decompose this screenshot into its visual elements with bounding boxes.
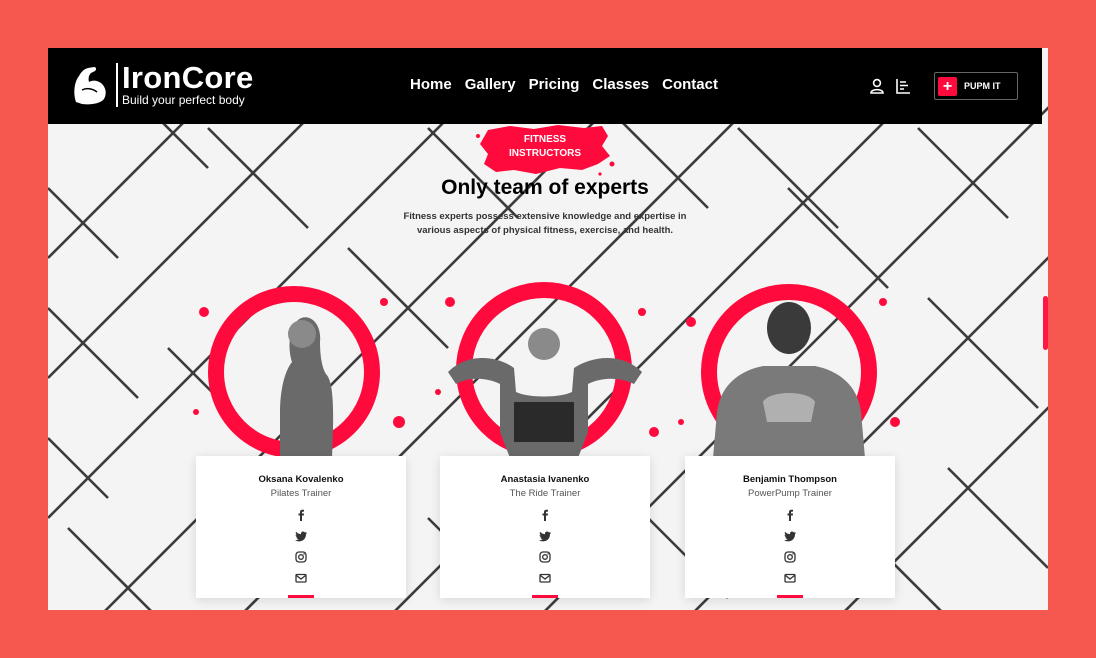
top-navbar: IronCore Build your perfect body Home Ga… — [48, 48, 1042, 124]
facebook-icon[interactable] — [538, 508, 552, 522]
twitter-icon[interactable] — [783, 529, 797, 543]
section-description: Fitness experts possess extensive knowle… — [403, 211, 687, 236]
twitter-icon[interactable] — [538, 529, 552, 543]
section-badge: FITNESS INSTRUCTORS — [474, 124, 616, 176]
trainer-role: The Ride Trainer — [509, 488, 581, 499]
chart-icon[interactable] — [894, 77, 912, 95]
badge-line-2: INSTRUCTORS — [508, 148, 582, 159]
trainer-role: Pilates Trainer — [270, 488, 332, 499]
flexed-arm-icon — [74, 67, 106, 105]
facebook-icon[interactable] — [783, 508, 797, 522]
twitter-icon[interactable] — [294, 529, 308, 543]
trainer-info-3: Benjamin Thompson PowerPump Trainer — [685, 456, 895, 598]
nav-classes[interactable]: Classes — [592, 76, 649, 93]
trainer-card-1: Oksana Kovalenko Pilates Trainer — [193, 272, 406, 598]
trainer-role: PowerPump Trainer — [748, 488, 832, 499]
pump-it-label: PUPM IT — [964, 81, 1001, 91]
nav-home[interactable]: Home — [410, 76, 452, 93]
email-icon[interactable] — [783, 571, 797, 585]
scrollbar-thumb[interactable] — [1043, 296, 1048, 350]
trainer-info-2: Anastasia Ivanenko The Ride Trainer — [440, 456, 650, 598]
email-icon[interactable] — [294, 571, 308, 585]
nav-gallery[interactable]: Gallery — [465, 76, 516, 93]
card-accent-bar — [777, 595, 803, 598]
brand-name: IronCore — [122, 60, 254, 95]
brand-logo[interactable]: IronCore Build your perfect body — [70, 62, 254, 108]
trainer-card-2: Anastasia Ivanenko The Ride Trainer — [435, 272, 659, 598]
trainer-card-3: Benjamin Thompson PowerPump Trainer — [678, 272, 900, 598]
email-icon[interactable] — [538, 571, 552, 585]
trainer-name: Benjamin Thompson — [743, 474, 837, 485]
main-nav: Home Gallery Pricing Classes Contact — [410, 76, 718, 93]
user-icon[interactable] — [868, 77, 886, 95]
facebook-icon[interactable] — [294, 508, 308, 522]
trainer-name: Oksana Kovalenko — [258, 474, 344, 485]
plus-icon: + — [938, 76, 957, 96]
page-frame: IronCore Build your perfect body Home Ga… — [48, 48, 1048, 610]
brand-tagline: Build your perfect body — [122, 93, 245, 107]
trainer-photo-3 — [678, 284, 900, 458]
instagram-icon[interactable] — [538, 550, 552, 564]
instagram-icon[interactable] — [783, 550, 797, 564]
trainer-photo-1 — [193, 286, 405, 458]
trainer-photo-2 — [435, 282, 659, 458]
logo-divider — [116, 63, 118, 107]
section-title: Only team of experts — [441, 176, 649, 199]
nav-pricing[interactable]: Pricing — [529, 76, 580, 93]
trainer-info-1: Oksana Kovalenko Pilates Trainer — [196, 456, 406, 598]
instagram-icon[interactable] — [294, 550, 308, 564]
badge-line-1: FITNESS — [523, 134, 567, 145]
card-accent-bar — [288, 595, 314, 598]
nav-contact[interactable]: Contact — [662, 76, 718, 93]
trainer-name: Anastasia Ivanenko — [500, 474, 590, 485]
card-accent-bar — [532, 595, 558, 598]
pump-it-button[interactable]: + PUPM IT — [934, 72, 1018, 100]
